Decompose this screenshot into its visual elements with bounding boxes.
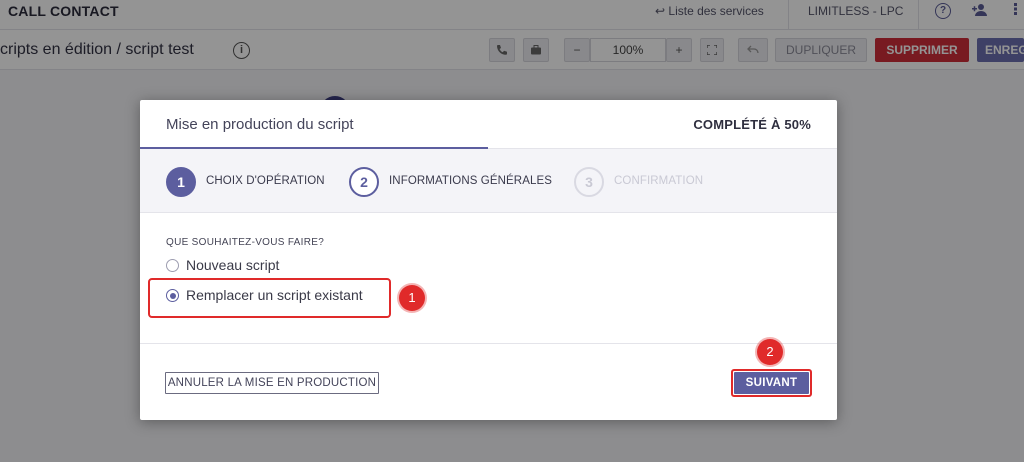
step-number: 1 [166,167,196,197]
step-number: 3 [574,167,604,197]
modal-title: Mise en production du script [166,116,354,133]
stepper: 1 CHOIX D'OPÉRATION 2 INFORMATIONS GÉNÉR… [140,149,837,213]
option-label[interactable]: Nouveau script [186,257,279,273]
modal-header: Mise en production du script COMPLÉTÉ À … [140,100,837,149]
next-button[interactable]: SUIVANT [734,372,809,394]
question-label: QUE SOUHAITEZ-VOUS FAIRE? [166,237,325,248]
annotation-badge: 2 [757,339,783,365]
radio-new-script[interactable] [166,259,179,272]
step-label: INFORMATIONS GÉNÉRALES [389,175,553,187]
step-number: 2 [349,167,379,197]
annotation-highlight-option [148,278,391,318]
production-modal: Mise en production du script COMPLÉTÉ À … [140,100,837,420]
progress-label: COMPLÉTÉ À 50% [693,117,811,132]
annotation-badge: 1 [399,285,425,311]
step-label: CHOIX D'OPÉRATION [206,175,325,187]
step-label: CONFIRMATION [614,175,704,187]
cancel-production-button[interactable]: ANNULER LA MISE EN PRODUCTION [165,372,379,394]
footer-divider [140,343,837,344]
